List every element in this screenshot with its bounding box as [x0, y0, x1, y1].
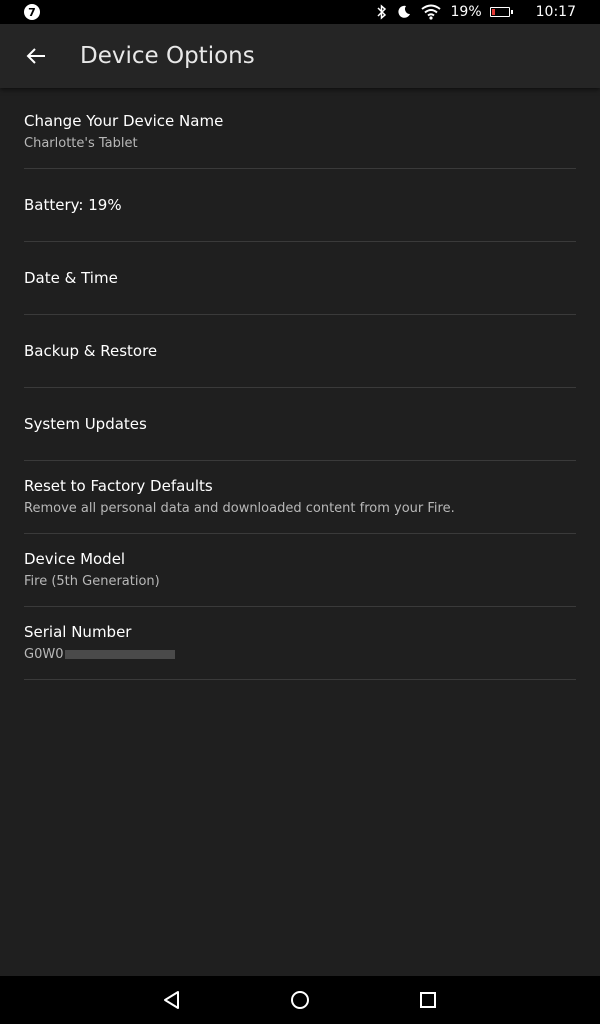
serial-prefix: G0W0 — [24, 647, 64, 662]
battery-icon — [489, 7, 513, 17]
battery-fill — [491, 9, 496, 15]
setting-title: Change Your Device Name — [24, 112, 224, 130]
setting-serial-number[interactable]: Serial Number G0W0 — [24, 607, 576, 680]
setting-title: Battery: 19% — [24, 196, 122, 214]
serial-redaction-bar — [65, 650, 176, 659]
notification-badge: 7 — [24, 4, 40, 20]
battery-indicator: 19% — [450, 4, 513, 20]
nav-recents-button[interactable] — [398, 976, 458, 1024]
wifi-icon — [420, 4, 441, 20]
setting-system-updates[interactable]: System Updates — [24, 388, 576, 461]
home-circle-icon — [291, 991, 309, 1009]
setting-title: Serial Number — [24, 623, 132, 641]
page-title: Device Options — [80, 43, 255, 69]
nav-home-button[interactable] — [270, 976, 330, 1024]
setting-title: Device Model — [24, 550, 126, 568]
setting-title: Reset to Factory Defaults — [24, 477, 213, 495]
setting-subtitle: Remove all personal data and downloaded … — [24, 501, 455, 516]
nav-back-button[interactable] — [142, 976, 202, 1024]
setting-subtitle: Charlotte's Tablet — [24, 136, 138, 151]
setting-reset-factory-defaults[interactable]: Reset to Factory Defaults Remove all per… — [24, 461, 576, 534]
recents-square-icon — [420, 992, 436, 1008]
moon-icon — [397, 5, 410, 18]
clock: 10:17 — [535, 4, 576, 20]
back-triangle-icon — [164, 991, 179, 1009]
setting-battery[interactable]: Battery: 19% — [24, 169, 576, 242]
setting-title: Date & Time — [24, 269, 118, 287]
setting-date-time[interactable]: Date & Time — [24, 242, 576, 315]
setting-title: Backup & Restore — [24, 342, 158, 360]
setting-device-model[interactable]: Device Model Fire (5th Generation) — [24, 534, 576, 607]
navigation-bar — [0, 976, 600, 1024]
bluetooth-icon — [376, 4, 386, 20]
status-icons: 19% 10:17 — [376, 0, 576, 24]
setting-subtitle: G0W0 — [24, 646, 576, 664]
setting-title: System Updates — [24, 415, 147, 433]
app-bar: Device Options — [0, 24, 600, 88]
settings-list: Change Your Device Name Charlotte's Tabl… — [24, 96, 576, 680]
setting-backup-restore[interactable]: Backup & Restore — [24, 315, 576, 388]
battery-percent: 19% — [450, 4, 482, 20]
arrow-left-icon — [26, 48, 45, 64]
back-button[interactable] — [14, 36, 58, 76]
status-bar: 7 19% 10:17 — [0, 0, 600, 24]
setting-change-device-name[interactable]: Change Your Device Name Charlotte's Tabl… — [24, 96, 576, 169]
setting-subtitle: Fire (5th Generation) — [24, 574, 160, 589]
